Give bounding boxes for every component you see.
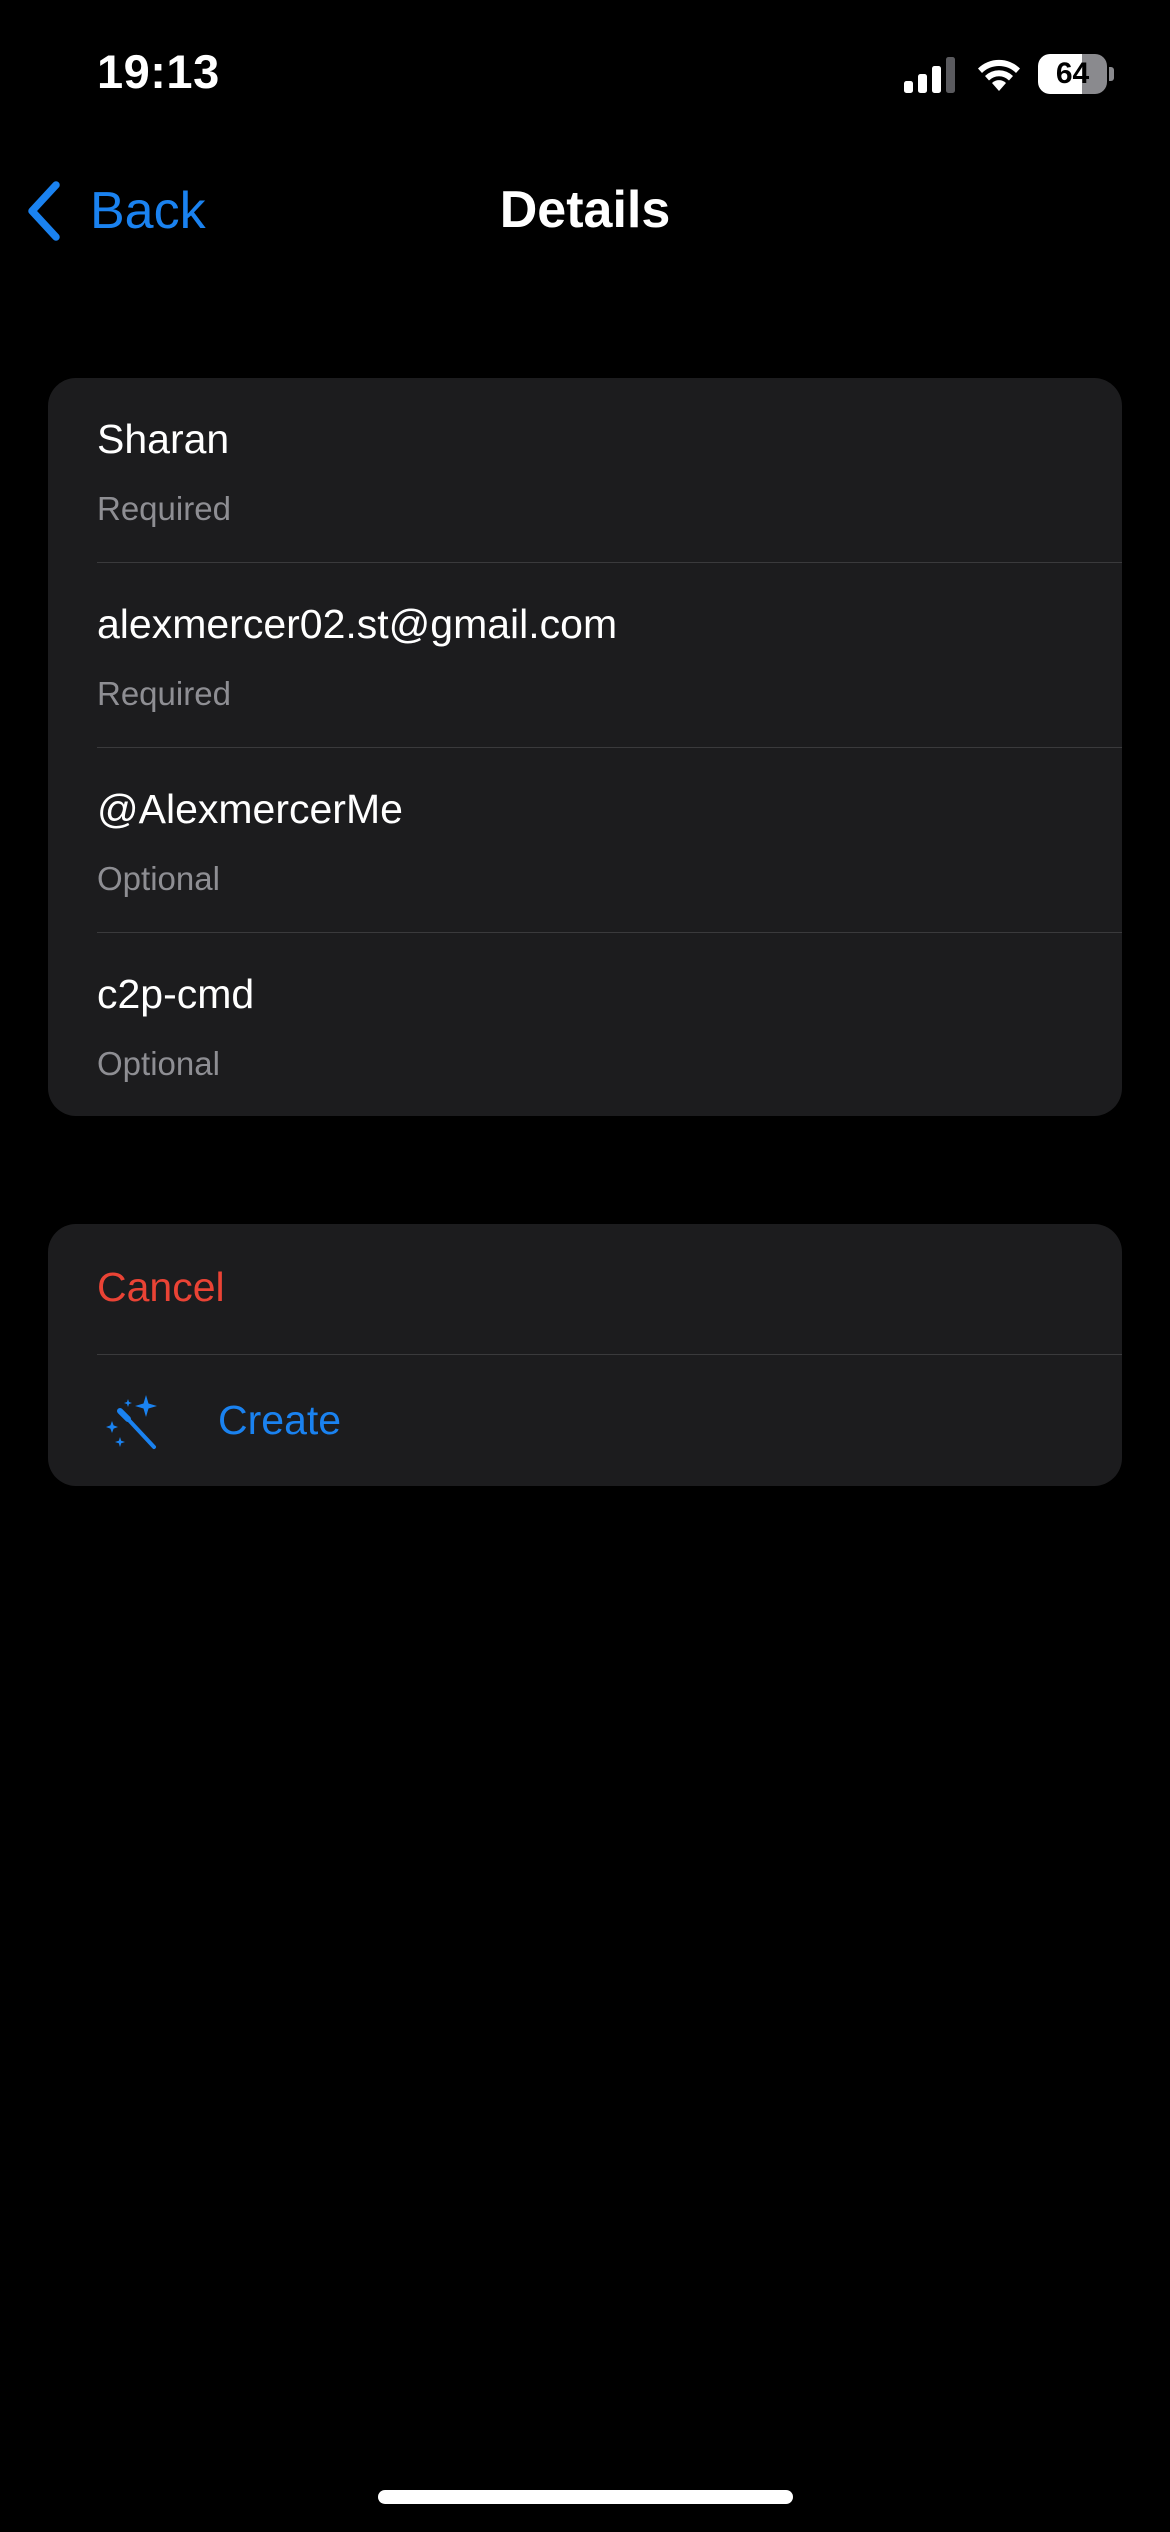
actions-group: Cancel Create — [48, 1224, 1122, 1486]
email-field[interactable]: alexmercer02.st@gmail.com Required — [48, 563, 1122, 748]
name-field-value: Sharan — [97, 416, 230, 462]
page-title: Details — [499, 181, 671, 239]
email-field-value: alexmercer02.st@gmail.com — [97, 601, 618, 647]
create-button[interactable]: Create — [48, 1355, 1122, 1486]
name-field[interactable]: Sharan Required — [48, 378, 1122, 563]
name-field-hint: Required — [97, 490, 231, 527]
status-time: 19:13 — [97, 45, 220, 98]
username-field-value: @AlexmercerMe — [97, 786, 403, 832]
magic-wand-icon — [106, 1395, 157, 1449]
identifier-field-value: c2p-cmd — [97, 971, 255, 1017]
wifi-icon — [978, 59, 1020, 91]
identifier-field[interactable]: c2p-cmd Optional — [48, 933, 1122, 1116]
status-icons: 64 — [902, 54, 1114, 94]
cancel-button[interactable]: Cancel — [48, 1224, 1122, 1355]
battery-icon: 64 — [1038, 54, 1114, 94]
cellular-signal-icon — [904, 57, 955, 93]
battery-percentage: 64 — [1055, 57, 1090, 90]
cancel-label: Cancel — [97, 1264, 225, 1310]
email-field-hint: Required — [97, 675, 231, 712]
identifier-field-hint: Optional — [97, 1045, 220, 1082]
create-label: Create — [218, 1397, 342, 1443]
home-indicator[interactable] — [378, 2490, 793, 2504]
navigation-bar: Back Details — [0, 160, 1170, 260]
status-bar: 19:13 64 — [0, 0, 1170, 150]
username-field-hint: Optional — [97, 860, 220, 897]
details-fields-group: Sharan Required alexmercer02.st@gmail.co… — [48, 378, 1122, 1116]
username-field[interactable]: @AlexmercerMe Optional — [48, 748, 1122, 933]
